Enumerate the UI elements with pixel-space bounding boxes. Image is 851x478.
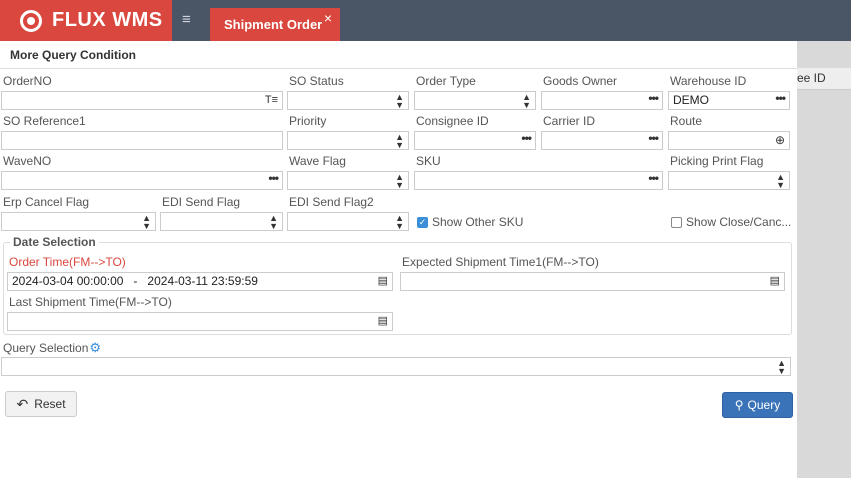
sku-label: SKU — [416, 154, 441, 168]
so-status-select[interactable]: ▲ ▼ — [287, 91, 409, 110]
panel-title: More Query Condition — [10, 48, 136, 62]
wave-flag-label: Wave Flag — [289, 154, 346, 168]
consignee-id-label: Consignee ID — [416, 114, 489, 128]
query-button[interactable]: ⚲ Query — [722, 392, 793, 418]
order-time-range-input[interactable]: 2024-03-04 00:00:00 - 2024-03-11 23:59:5… — [7, 272, 393, 291]
expected-shipment-label: Expected Shipment Time1(FM-->TO) — [402, 255, 599, 269]
order-no-input[interactable]: T≡ — [1, 91, 283, 110]
order-type-label: Order Type — [416, 74, 476, 88]
brand-name: FLUX WMS — [52, 9, 163, 31]
menu-icon[interactable]: ≡ — [182, 12, 196, 28]
query-selection-text: Query Selection — [3, 341, 89, 355]
ellipsis-icon[interactable]: ••• — [648, 92, 659, 107]
wave-no-label: WaveNO — [3, 154, 52, 168]
warehouse-id-input[interactable]: DEMO ••• — [668, 91, 790, 110]
ellipsis-icon[interactable]: ••• — [648, 132, 659, 147]
tab-shipment-order[interactable]: Shipment Order × — [210, 8, 340, 41]
query-selection-select[interactable]: ▲ ▼ — [1, 357, 791, 376]
chevron-updown-icon: ▲ ▼ — [522, 92, 531, 110]
ellipsis-icon[interactable]: ••• — [648, 172, 659, 187]
background-column-header: ee ID — [797, 68, 851, 90]
show-close-cancel-label: Show Close/Canc... — [686, 215, 792, 229]
order-time-value: 2024-03-04 00:00:00 - 2024-03-11 23:59:5… — [12, 274, 258, 288]
show-other-sku-label: Show Other SKU — [432, 215, 524, 229]
circle-down-icon[interactable]: ⊕ — [775, 132, 785, 149]
gear-icon[interactable]: ⚙ — [89, 340, 101, 355]
ellipsis-icon[interactable]: ••• — [268, 172, 279, 187]
sku-input[interactable]: ••• — [414, 171, 663, 190]
date-selection-legend: Date Selection — [10, 235, 99, 249]
wave-no-input[interactable]: ••• — [1, 171, 283, 190]
multiline-icon[interactable]: T≡ — [265, 92, 278, 109]
priority-label: Priority — [289, 114, 327, 128]
search-icon: ⚲ — [734, 398, 744, 412]
brand-logo[interactable]: FLUX WMS — [0, 0, 172, 41]
order-no-label: OrderNO — [3, 74, 52, 88]
close-icon[interactable]: × — [324, 10, 332, 26]
carrier-id-input[interactable]: ••• — [541, 131, 663, 150]
edi-send-flag-select[interactable]: ▲ ▼ — [160, 212, 283, 231]
priority-select[interactable]: ▲ ▼ — [287, 131, 409, 150]
chevron-updown-icon: ▲ ▼ — [395, 172, 404, 190]
flux-logo-icon — [20, 9, 42, 32]
erp-cancel-flag-select[interactable]: ▲ ▼ — [1, 212, 156, 231]
checkbox-checked-icon[interactable]: ✓ — [417, 216, 428, 228]
chevron-updown-icon: ▲ ▼ — [395, 213, 404, 231]
reset-button[interactable]: ↶ Reset — [5, 391, 77, 417]
goods-owner-input[interactable]: ••• — [541, 91, 663, 110]
so-reference1-label: SO Reference1 — [3, 114, 86, 128]
warehouse-id-value: DEMO — [673, 93, 709, 107]
calendar-icon[interactable]: ▤ — [378, 273, 388, 290]
last-shipment-label: Last Shipment Time(FM-->TO) — [9, 295, 172, 309]
picking-print-flag-label: Picking Print Flag — [670, 154, 764, 168]
consignee-id-input[interactable]: ••• — [414, 131, 536, 150]
route-input[interactable]: ⊕ — [668, 131, 790, 150]
query-selection-label: Query Selection⚙ — [3, 340, 101, 356]
chevron-updown-icon: ▲ ▼ — [395, 92, 404, 110]
expected-shipment-range-input[interactable]: ▤ — [400, 272, 785, 291]
checkbox-unchecked-icon[interactable] — [671, 216, 682, 228]
so-status-label: SO Status — [289, 74, 344, 88]
top-bar: FLUX WMS ≡ Shipment Order × — [0, 0, 851, 41]
order-time-label: Order Time(FM-->TO) — [9, 255, 126, 269]
chevron-updown-icon: ▲ ▼ — [269, 213, 278, 231]
calendar-icon[interactable]: ▤ — [378, 313, 388, 330]
show-other-sku-checkbox[interactable]: ✓ Show Other SKU — [417, 215, 523, 229]
ellipsis-icon[interactable]: ••• — [521, 132, 532, 147]
last-shipment-range-input[interactable]: ▤ — [7, 312, 393, 331]
reset-label: Reset — [34, 397, 66, 411]
so-reference1-input[interactable] — [1, 131, 283, 150]
query-condition-panel: More Query Condition OrderNO T≡ SO Statu… — [0, 41, 797, 478]
order-type-select[interactable]: ▲ ▼ — [414, 91, 536, 110]
route-label: Route — [670, 114, 703, 128]
chevron-updown-icon: ▲ ▼ — [776, 172, 785, 190]
wave-flag-select[interactable]: ▲ ▼ — [287, 171, 409, 190]
chevron-updown-icon: ▲ ▼ — [395, 132, 404, 150]
edi-send-flag2-label: EDI Send Flag2 — [289, 195, 374, 209]
show-close-cancel-checkbox[interactable]: Show Close/Canc... — [671, 215, 791, 229]
erp-cancel-flag-label: Erp Cancel Flag — [3, 195, 90, 209]
ellipsis-icon[interactable]: ••• — [775, 92, 786, 107]
carrier-id-label: Carrier ID — [543, 114, 596, 128]
goods-owner-label: Goods Owner — [543, 74, 618, 88]
calendar-icon[interactable]: ▤ — [770, 273, 780, 290]
divider — [0, 68, 797, 69]
chevron-updown-icon: ▲ ▼ — [777, 358, 786, 376]
warehouse-id-label: Warehouse ID — [670, 74, 747, 88]
edi-send-flag2-select[interactable]: ▲ ▼ — [287, 212, 409, 231]
chevron-updown-icon: ▲ ▼ — [142, 213, 151, 231]
undo-icon: ↶ — [16, 395, 29, 412]
query-label: Query — [747, 398, 781, 412]
edi-send-flag-label: EDI Send Flag — [162, 195, 241, 209]
picking-print-flag-select[interactable]: ▲ ▼ — [668, 171, 790, 190]
tab-label: Shipment Order — [224, 17, 323, 32]
